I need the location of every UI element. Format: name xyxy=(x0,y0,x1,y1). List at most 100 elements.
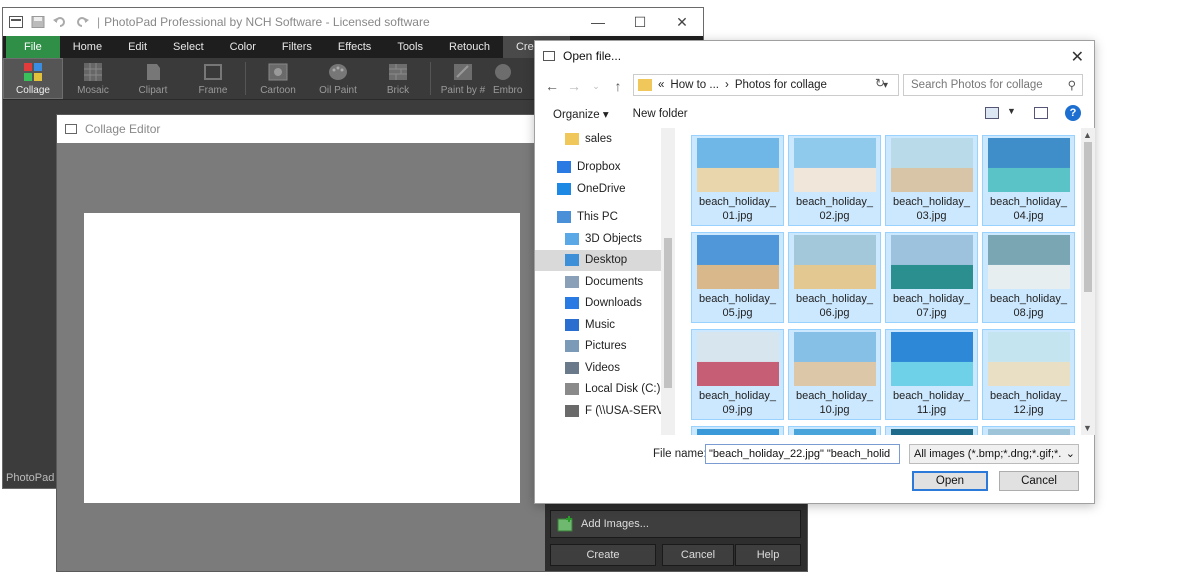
breadcrumb-photos-for-collage[interactable]: Photos for collage xyxy=(735,79,827,91)
nav-item-label: sales xyxy=(585,132,612,145)
redo-icon[interactable] xyxy=(75,16,89,28)
chevron-down-icon[interactable]: ⌄ xyxy=(1063,445,1075,463)
file-name: beach_holiday_01.jpg xyxy=(698,196,777,222)
pictures-icon xyxy=(565,340,579,353)
nav-item-label: Dropbox xyxy=(577,161,621,174)
forward-arrow-icon[interactable]: → xyxy=(563,78,585,94)
collage-icon xyxy=(24,62,42,81)
add-images-button[interactable]: Add Images... xyxy=(550,510,801,538)
tool-mosaic[interactable]: Mosaic xyxy=(63,58,123,99)
minimize-icon[interactable]: — xyxy=(577,8,619,36)
documents-icon xyxy=(565,275,579,288)
file-scrollbar[interactable]: ▲ ▼ xyxy=(1081,128,1095,435)
nav-item[interactable]: Local Disk (C:) xyxy=(535,379,675,401)
nav-item[interactable]: This PC xyxy=(535,207,675,229)
breadcrumb-how-to[interactable]: How to ... xyxy=(670,79,719,91)
new-folder-button[interactable]: New folder xyxy=(633,108,688,120)
tool-brick[interactable]: Brick xyxy=(368,58,428,99)
nav-item[interactable]: Downloads xyxy=(535,293,675,315)
file-thumbnail xyxy=(697,429,779,435)
menu-filters[interactable]: Filters xyxy=(269,36,325,58)
maximize-icon[interactable]: ☐ xyxy=(619,8,661,36)
nav-item-label: Pictures xyxy=(585,340,627,353)
drive-icon xyxy=(565,383,579,396)
file-item[interactable] xyxy=(982,426,1075,435)
menu-edit[interactable]: Edit xyxy=(115,36,160,58)
file-item[interactable] xyxy=(691,426,784,435)
nav-item[interactable]: Desktop xyxy=(535,249,675,271)
help-button[interactable]: Help xyxy=(735,544,801,566)
nav-item[interactable]: F (\\USA-SERVEF xyxy=(535,400,675,422)
organize-button[interactable]: Organize ▾ xyxy=(553,107,609,121)
file-item[interactable]: beach_holiday_11.jpg xyxy=(885,329,978,420)
nav-item[interactable]: sales xyxy=(535,128,675,150)
scroll-thumb[interactable] xyxy=(1084,142,1092,292)
tool-cartoon[interactable]: Cartoon xyxy=(248,58,308,99)
file-item[interactable]: beach_holiday_10.jpg xyxy=(788,329,881,420)
file-item[interactable]: beach_holiday_03.jpg xyxy=(885,135,978,226)
cancel-button[interactable]: Cancel xyxy=(662,544,734,566)
save-icon[interactable] xyxy=(31,16,45,28)
file-item[interactable]: beach_holiday_12.jpg xyxy=(982,329,1075,420)
chevron-down-icon[interactable]: ▼ xyxy=(1007,106,1016,116)
nav-item[interactable]: Videos xyxy=(535,357,675,379)
help-icon[interactable]: ? xyxy=(1065,105,1081,121)
scroll-down-icon[interactable]: ▼ xyxy=(1083,423,1092,433)
tool-frame[interactable]: Frame xyxy=(183,58,243,99)
up-arrow-icon[interactable]: ↑ xyxy=(607,78,629,94)
view-icon[interactable] xyxy=(985,107,999,119)
tool-oil-paint[interactable]: Oil Paint xyxy=(308,58,368,99)
file-item[interactable]: beach_holiday_06.jpg xyxy=(788,232,881,323)
close-icon[interactable]: ✕ xyxy=(661,8,703,36)
file-name-field[interactable]: "beach_holiday_22.jpg" "beach_holid xyxy=(705,444,900,464)
breadcrumb[interactable]: « How to ... › Photos for collage ▾ xyxy=(633,74,899,96)
chevron-down-icon[interactable]: ⌄ xyxy=(585,81,607,92)
file-item[interactable]: beach_holiday_07.jpg xyxy=(885,232,978,323)
nav-item[interactable]: Dropbox xyxy=(535,157,675,179)
file-item[interactable]: beach_holiday_02.jpg xyxy=(788,135,881,226)
close-icon[interactable]: ✕ xyxy=(1071,47,1084,67)
menu-file[interactable]: File xyxy=(6,36,60,58)
undo-icon[interactable] xyxy=(53,16,67,28)
menu-color[interactable]: Color xyxy=(217,36,269,58)
file-item[interactable] xyxy=(788,426,881,435)
back-arrow-icon[interactable]: ← xyxy=(541,78,563,94)
menu-select[interactable]: Select xyxy=(160,36,217,58)
music-icon xyxy=(565,318,579,331)
file-item[interactable]: beach_holiday_09.jpg xyxy=(691,329,784,420)
nav-item[interactable]: OneDrive xyxy=(535,178,675,200)
tool-collage[interactable]: Collage xyxy=(3,58,63,99)
nav-item[interactable]: 3D Objects xyxy=(535,228,675,250)
file-thumbnail xyxy=(891,429,973,435)
open-button[interactable]: Open xyxy=(912,471,988,491)
refresh-icon[interactable]: ↻ xyxy=(875,76,885,90)
nav-item[interactable]: Pictures xyxy=(535,336,675,358)
search-icon[interactable]: ⚲ xyxy=(1068,76,1076,96)
file-item[interactable] xyxy=(885,426,978,435)
cancel-button[interactable]: Cancel xyxy=(999,471,1079,491)
tool-paint-by-number[interactable]: Paint by # xyxy=(433,58,493,99)
file-type-select[interactable]: All images (*.bmp;*.dng;*.gif;*. ⌄ xyxy=(909,444,1079,464)
search-input[interactable]: Search Photos for collage ⚲ xyxy=(903,74,1083,96)
menu-effects[interactable]: Effects xyxy=(325,36,384,58)
tool-embroidery[interactable]: Embro xyxy=(493,58,527,99)
tool-label: Brick xyxy=(386,84,410,96)
file-item[interactable]: beach_holiday_05.jpg xyxy=(691,232,784,323)
nav-scrollbar[interactable] xyxy=(661,128,675,435)
preview-pane-icon[interactable] xyxy=(1034,107,1048,119)
menu-retouch[interactable]: Retouch xyxy=(436,36,503,58)
nav-item[interactable]: Documents xyxy=(535,271,675,293)
nav-item[interactable]: Music xyxy=(535,314,675,336)
mosaic-icon xyxy=(84,62,102,81)
collage-canvas[interactable] xyxy=(84,213,520,503)
scroll-up-icon[interactable]: ▲ xyxy=(1083,130,1092,140)
file-item[interactable]: beach_holiday_01.jpg xyxy=(691,135,784,226)
file-item[interactable]: beach_holiday_04.jpg xyxy=(982,135,1075,226)
scroll-thumb[interactable] xyxy=(664,238,672,388)
create-button[interactable]: Create xyxy=(550,544,656,566)
menu-tools[interactable]: Tools xyxy=(384,36,436,58)
tool-clipart[interactable]: Clipart xyxy=(123,58,183,99)
menu-home[interactable]: Home xyxy=(60,36,115,58)
breadcrumb-overflow[interactable]: « xyxy=(658,79,664,91)
file-item[interactable]: beach_holiday_08.jpg xyxy=(982,232,1075,323)
